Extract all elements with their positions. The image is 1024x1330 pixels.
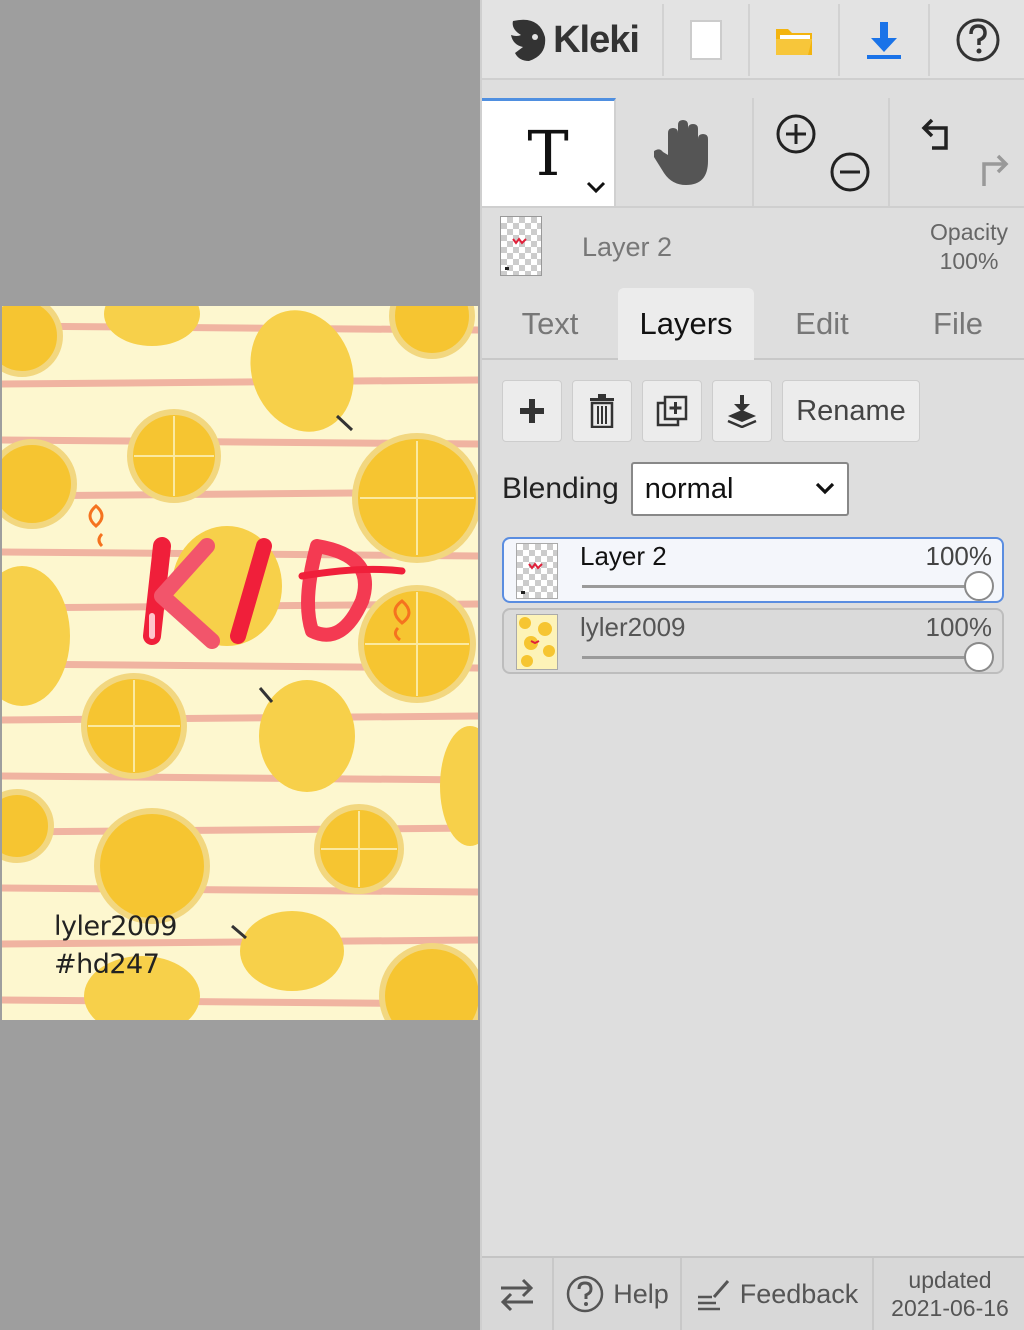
- layer-opacity: 100%: [925, 541, 993, 571]
- workspace: lyler2009 #hd247: [0, 0, 480, 1330]
- text-tool-icon: T: [527, 117, 569, 190]
- blending-label: Blending: [502, 472, 619, 505]
- merge-down-icon: [727, 395, 757, 428]
- hand-icon: [654, 120, 708, 185]
- layer-opacity: 100%: [925, 612, 993, 642]
- swap-arrows-icon: [500, 1278, 534, 1312]
- layer-opacity-slider-track[interactable]: [582, 585, 978, 588]
- help-icon: [566, 1275, 604, 1313]
- layer-thumbnail: [516, 543, 558, 599]
- panel-tabs: Text Layers Edit File: [482, 288, 1024, 360]
- tab-file[interactable]: File: [890, 288, 1024, 360]
- layer-name: lyler2009: [580, 612, 686, 642]
- trash-icon: [590, 394, 614, 428]
- top-toolbar: Kleki: [482, 0, 1024, 80]
- blending-mode-select[interactable]: normal: [630, 462, 849, 516]
- kleki-bird-icon: [511, 19, 546, 61]
- layer-opacity-slider-handle[interactable]: [964, 571, 994, 601]
- rename-layer-button[interactable]: Rename: [782, 380, 920, 442]
- current-layer-thumbnail[interactable]: [500, 216, 542, 276]
- tab-edit[interactable]: Edit: [754, 288, 890, 360]
- side-panel: Kleki T Layer 2 Opacity 100% Text Layers…: [480, 0, 1024, 1330]
- add-layer-button[interactable]: [502, 380, 562, 442]
- layer-name: Layer 2: [580, 541, 667, 571]
- layer-thumbnail-art: [521, 562, 543, 594]
- layer-row-layer-2[interactable]: Layer 2 100%: [502, 537, 1004, 603]
- text-tool-button[interactable]: T: [482, 98, 616, 206]
- new-document-button[interactable]: [664, 4, 750, 76]
- plus-icon: [520, 399, 544, 423]
- redo-icon[interactable]: [970, 150, 1012, 192]
- signature-line-2: #hd247: [54, 949, 160, 980]
- signature-line-1: lyler2009: [54, 911, 177, 942]
- zoom-out-icon[interactable]: [828, 150, 872, 194]
- canvas-signature: lyler2009 #hd247: [54, 908, 177, 984]
- duplicate-icon: [656, 395, 688, 427]
- merge-down-button[interactable]: [712, 380, 772, 442]
- open-file-button[interactable]: [750, 4, 840, 76]
- blending-mode-value: normal: [644, 472, 734, 505]
- help-icon: [956, 18, 1000, 62]
- delete-layer-button[interactable]: [572, 380, 632, 442]
- updated-label: updated: [908, 1267, 992, 1293]
- hand-tool-button[interactable]: [616, 98, 754, 206]
- duplicate-layer-button[interactable]: [642, 380, 702, 442]
- download-button[interactable]: [840, 4, 930, 76]
- feedback-label: Feedback: [739, 1278, 859, 1309]
- chevron-down-icon[interactable]: [586, 181, 606, 195]
- current-layer-info: Layer 2 Opacity 100%: [482, 210, 1024, 288]
- feedback-pen-icon: [697, 1280, 729, 1311]
- download-icon: [867, 22, 901, 59]
- open-folder-icon: [776, 29, 812, 55]
- help-link[interactable]: Help: [554, 1258, 682, 1330]
- zoom-controls: [754, 98, 890, 206]
- layer-thumbnail: [516, 614, 558, 670]
- layer-thumbnail-art: [519, 617, 555, 667]
- panel-footer: Help Feedback updated 2021-06-16: [482, 1256, 1024, 1330]
- swap-sides-button[interactable]: [482, 1258, 554, 1330]
- help-label: Help: [613, 1278, 669, 1309]
- new-document-icon: [690, 20, 722, 60]
- opacity-value: 100%: [939, 248, 999, 274]
- layer-row-lyler2009[interactable]: lyler2009 100%: [502, 608, 1004, 674]
- layer-thumbnail-art: [505, 237, 527, 270]
- kleki-logo[interactable]: Kleki: [482, 4, 664, 76]
- opacity-label: Opacity: [930, 219, 1008, 245]
- help-button[interactable]: [930, 4, 1024, 76]
- current-layer-name: Layer 2: [582, 232, 673, 262]
- tab-layers[interactable]: Layers: [618, 288, 754, 360]
- history-controls: [890, 98, 1024, 206]
- tab-text[interactable]: Text: [482, 288, 618, 360]
- opacity-readout[interactable]: Opacity 100%: [930, 218, 1008, 276]
- updated-date: 2021-06-16: [891, 1295, 1009, 1321]
- app-name: Kleki: [553, 18, 640, 61]
- layer-opacity-slider-track[interactable]: [582, 656, 978, 659]
- update-info[interactable]: updated 2021-06-16: [874, 1258, 1024, 1330]
- undo-icon[interactable]: [918, 114, 960, 156]
- feedback-link[interactable]: Feedback: [682, 1258, 874, 1330]
- zoom-in-icon[interactable]: [774, 112, 818, 156]
- tool-row: T: [482, 98, 1024, 208]
- chevron-down-icon: [815, 482, 834, 495]
- layer-opacity-slider-handle[interactable]: [964, 642, 994, 672]
- blending-row: Blending normal: [502, 462, 849, 516]
